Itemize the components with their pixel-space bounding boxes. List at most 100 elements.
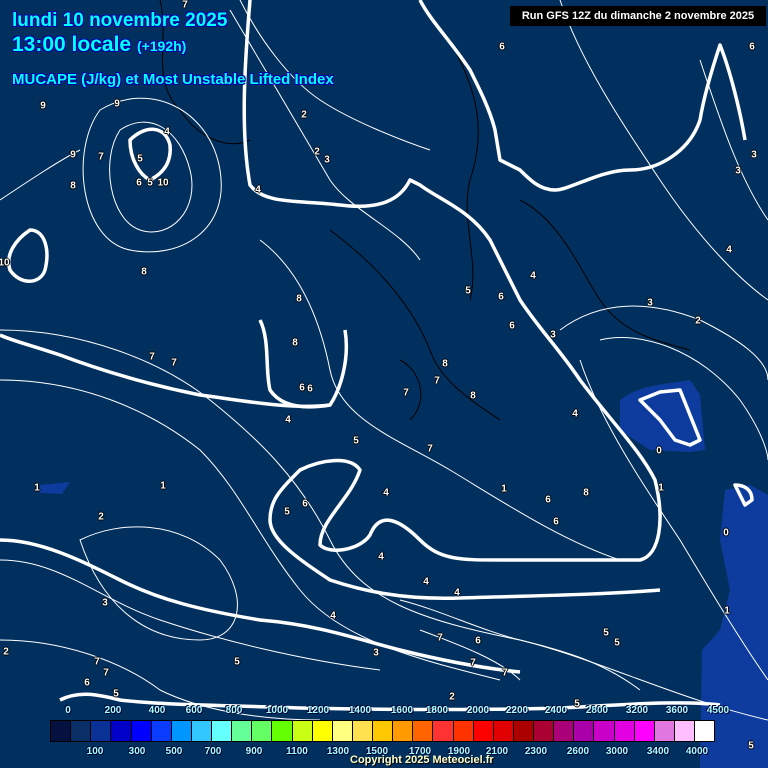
contour-label: 3: [324, 154, 330, 166]
contour-label: 6: [553, 516, 559, 528]
legend-tick-top: 0: [65, 705, 71, 716]
legend-swatch: [473, 721, 494, 741]
contour-label: 4: [530, 270, 536, 282]
contour-label: 5: [353, 435, 359, 447]
country-borders: [159, 0, 691, 421]
lead-time: (+192h): [136, 38, 187, 54]
contour-label: 0: [723, 527, 729, 539]
contour-label: 5: [284, 506, 290, 518]
contour-label: 3: [735, 165, 741, 177]
legend-tick-top: 2200: [505, 705, 529, 716]
legend-tick-bottom: 700: [204, 746, 222, 757]
contour-label: 7: [171, 357, 177, 369]
contour-label: 8: [470, 390, 476, 402]
contour-label: 0: [656, 445, 662, 457]
contour-label: 6: [302, 498, 308, 510]
legend-swatch: [292, 721, 313, 741]
contour-label: 4: [285, 414, 291, 426]
contour-label: 4: [378, 551, 384, 563]
legend-tick-bottom: 1100: [286, 746, 308, 757]
contour-label: 8: [296, 293, 302, 305]
legend-tick-top: 1800: [425, 705, 449, 716]
contour-label: 2: [3, 646, 9, 658]
legend-swatch: [51, 721, 72, 741]
legend-swatch: [513, 721, 534, 741]
contour-label: 4: [726, 244, 732, 256]
contour-label: 9: [114, 98, 120, 110]
contour-label: 6: [299, 382, 305, 394]
legend-tick-bottom: 500: [165, 746, 183, 757]
contour-label: 7: [437, 632, 443, 644]
contour-label: 5: [234, 656, 240, 668]
contour-label: 1: [501, 483, 507, 495]
legend-tick-bottom: 1300: [326, 746, 350, 757]
contour-label: 5: [614, 637, 620, 649]
legend-swatch: [91, 721, 112, 741]
legend-swatch: [493, 721, 514, 741]
contour-label: 7: [182, 0, 188, 11]
contour-label: 8: [70, 180, 76, 192]
forecast-date: lundi 10 novembre 2025: [12, 10, 228, 31]
legend-swatch: [373, 721, 394, 741]
legend-swatch: [554, 721, 575, 741]
legend-swatch: [695, 721, 715, 741]
contour-label: 4: [454, 587, 460, 599]
legend-swatch: [171, 721, 192, 741]
legend-swatch: [674, 721, 695, 741]
contour-label: 1: [658, 482, 664, 494]
contour-label: 6: [498, 291, 504, 303]
contour-label: 3: [373, 647, 379, 659]
legend-swatch: [312, 721, 333, 741]
legend-tick-top: 1600: [390, 705, 414, 716]
contour-label: 3: [647, 297, 653, 309]
contour-label: 7: [502, 667, 508, 679]
legend-tick-top: 2000: [466, 705, 490, 716]
contour-label: 4: [383, 487, 389, 499]
legend-tick-top: 4500: [706, 705, 730, 716]
contour-label: 7: [403, 387, 409, 399]
contour-layer: [0, 0, 768, 768]
contour-label: 4: [423, 576, 429, 588]
legend-tick-bottom: 100: [86, 746, 104, 757]
legend-swatch: [393, 721, 414, 741]
contour-label: 5: [603, 627, 609, 639]
legend-tick-top: 1400: [348, 705, 372, 716]
color-legend: [50, 720, 715, 742]
legend-tick-top: 600: [185, 705, 203, 716]
legend-tick-top: 1000: [265, 705, 289, 716]
legend-swatch: [352, 721, 373, 741]
contour-label: 2: [449, 691, 455, 703]
legend-swatch: [634, 721, 655, 741]
contour-label: 2: [301, 109, 307, 121]
contour-label: 3: [102, 597, 108, 609]
legend-swatch: [594, 721, 615, 741]
legend-swatch: [212, 721, 233, 741]
contour-label: 8: [583, 487, 589, 499]
contour-label: 9: [40, 100, 46, 112]
legend-tick-bottom: 2600: [566, 746, 590, 757]
contour-label: 8: [292, 337, 298, 349]
legend-swatch: [232, 721, 253, 741]
contour-label: 1: [34, 482, 40, 494]
legend-tick-top: 3600: [665, 705, 689, 716]
contour-label: 5: [147, 177, 153, 189]
local-time: 13:00 locale: [12, 33, 132, 56]
contour-label: 6: [307, 383, 313, 395]
contour-label: 2: [314, 146, 320, 158]
legend-swatch: [413, 721, 434, 741]
legend-tick-bottom: 2300: [524, 746, 548, 757]
legend-tick-bottom: 3400: [646, 746, 670, 757]
contour-label: 5: [137, 153, 143, 165]
contour-label: 7: [470, 657, 476, 669]
legend-swatch: [534, 721, 555, 741]
legend-swatch: [453, 721, 474, 741]
contour-label: 4: [255, 184, 261, 196]
contour-label: 6: [84, 677, 90, 689]
contour-label: 6: [509, 320, 515, 332]
legend-swatch: [332, 721, 353, 741]
legend-swatch: [131, 721, 152, 741]
legend-swatch: [272, 721, 293, 741]
copyright: Copyright 2025 Meteociel.fr: [350, 754, 494, 766]
contour-label: 3: [751, 149, 757, 161]
contour-label: 6: [499, 41, 505, 53]
